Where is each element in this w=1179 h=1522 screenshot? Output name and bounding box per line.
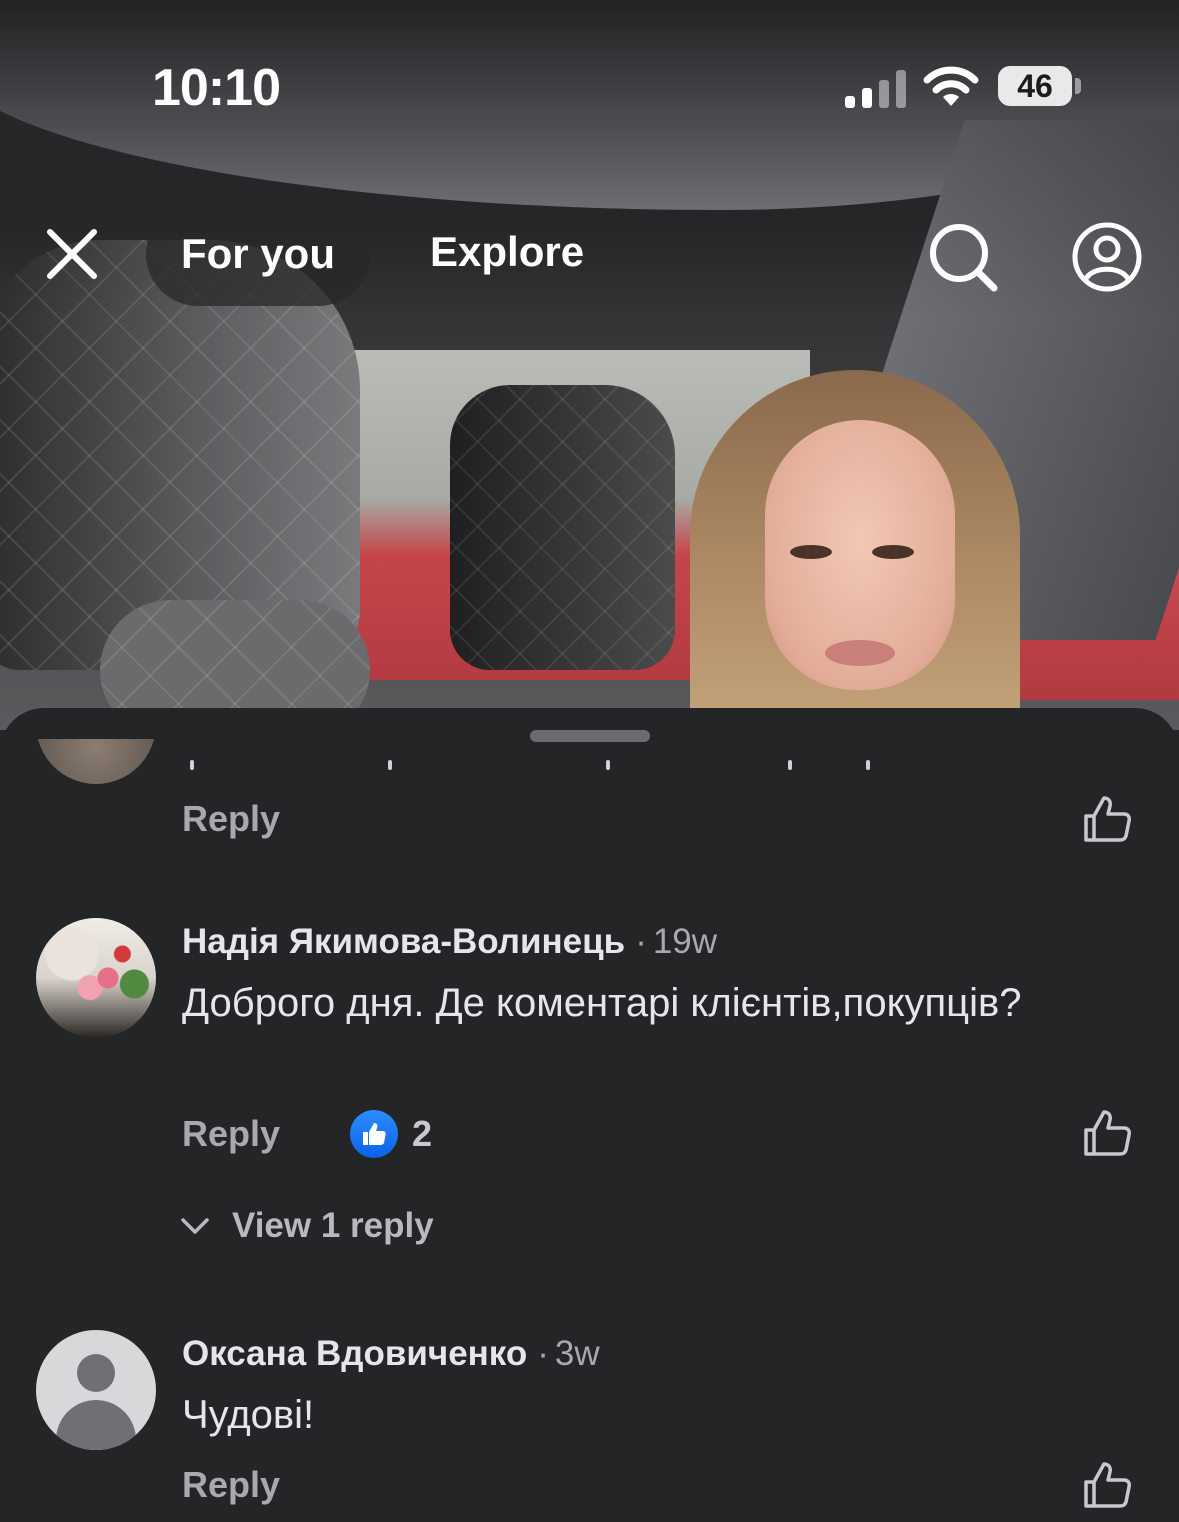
reply-button[interactable]: Reply [182,798,280,840]
thumbs-up-reaction-icon [350,1110,398,1158]
status-time: 10:10 [152,59,281,117]
comment-author[interactable]: Оксана Вдовиченко · 3w [182,1334,600,1374]
avatar[interactable] [36,1330,156,1450]
reply-button[interactable]: Reply [182,1113,280,1155]
like-icon[interactable] [1082,794,1132,844]
default-avatar-body [56,1400,136,1450]
video-person-lips [825,640,895,666]
comment-time: 3w [554,1334,600,1373]
reaction-summary[interactable]: 2 [350,1110,432,1158]
battery-level: 46 [1017,67,1053,104]
wifi-icon [923,66,979,106]
default-avatar-head [77,1354,115,1392]
profile-icon[interactable] [1070,220,1144,294]
signal-icon [845,70,907,108]
close-icon[interactable] [40,222,104,286]
view-replies-label: View 1 reply [232,1206,434,1245]
video-person-eye-left [790,545,832,559]
like-icon[interactable] [1082,1108,1132,1158]
tab-for-you[interactable]: For you [146,202,370,306]
like-icon[interactable] [1082,1460,1132,1510]
author-name[interactable]: Надія Якимова-Волинець [182,922,625,961]
comment-time: 19w [652,922,718,961]
battery-icon: 46 [998,66,1072,106]
chevron-down-icon [181,1218,209,1234]
reaction-count: 2 [412,1113,433,1154]
tab-explore[interactable]: Explore [430,228,584,276]
battery-cap [1075,78,1081,94]
separator: · [537,1334,549,1373]
separator: · [635,922,647,961]
comment-text: Чудові! [182,1393,315,1437]
video-person-eye-right [872,545,914,559]
comment-text: Доброго дня. Де коментарі клієнтів,покуп… [182,981,1022,1025]
author-name[interactable]: Оксана Вдовиченко [182,1334,527,1373]
video-headrest-middle [450,385,675,670]
comment-author[interactable]: Надія Якимова-Волинець · 19w [182,922,717,962]
reply-button[interactable]: Reply [182,1464,280,1506]
sheet-grabber[interactable] [530,730,650,742]
search-icon[interactable] [926,220,1000,294]
view-replies-button[interactable]: View 1 reply [180,1206,434,1246]
avatar[interactable] [36,918,156,1038]
partial-comment-text [0,760,1179,770]
